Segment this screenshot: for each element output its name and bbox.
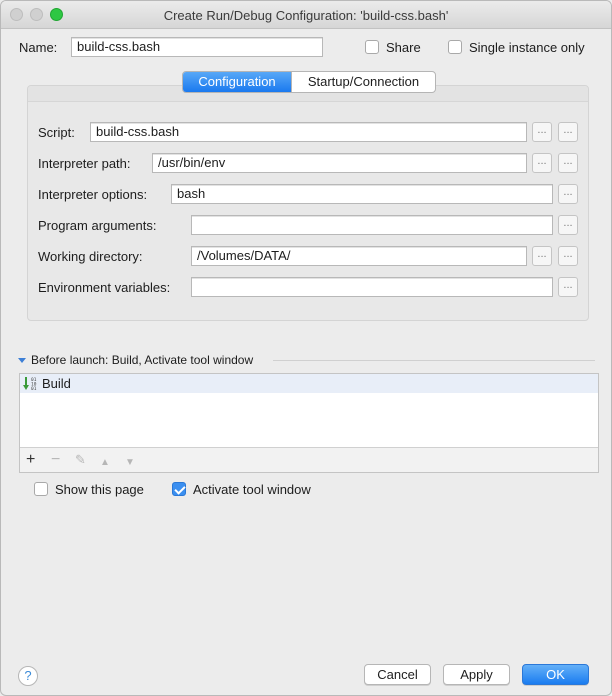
ok-button[interactable]: OK: [522, 664, 589, 685]
remove-icon[interactable]: −: [51, 451, 60, 469]
before-launch-list: 01 10 01 Build + − ✎ ▲ ▼: [19, 373, 599, 473]
tab-bar: Configuration Startup/Connection: [182, 71, 436, 93]
program-arguments-input[interactable]: [191, 215, 553, 235]
tab-startup-connection[interactable]: Startup/Connection: [291, 72, 435, 92]
single-instance-checkbox[interactable]: [448, 40, 462, 54]
tab-configuration[interactable]: Configuration: [183, 72, 291, 92]
interpreter-options-input[interactable]: bash: [171, 184, 553, 204]
cancel-button[interactable]: Cancel: [364, 664, 431, 685]
environment-variables-input[interactable]: [191, 277, 553, 297]
program-arguments-expand-button[interactable]: ...: [558, 215, 578, 235]
activate-tool-window-checkbox[interactable]: [172, 482, 186, 496]
move-up-icon[interactable]: ▲: [100, 454, 110, 472]
list-item[interactable]: 01 10 01 Build: [20, 374, 598, 393]
working-directory-input[interactable]: /Volumes/DATA/: [191, 246, 527, 266]
list-item-label: Build: [42, 376, 71, 391]
script-input[interactable]: build-css.bash: [90, 122, 527, 142]
interpreter-path-input[interactable]: /usr/bin/env: [152, 153, 527, 173]
show-this-page-label: Show this page: [55, 482, 144, 497]
script-browse-button[interactable]: ...: [532, 122, 552, 142]
svg-text:01: 01: [31, 386, 37, 391]
show-this-page-checkbox[interactable]: [34, 482, 48, 496]
activate-tool-window-label: Activate tool window: [193, 482, 311, 497]
working-directory-expand-button[interactable]: ...: [558, 246, 578, 266]
interpreter-path-expand-button[interactable]: ...: [558, 153, 578, 173]
share-checkbox[interactable]: [365, 40, 379, 54]
working-directory-browse-button[interactable]: ...: [532, 246, 552, 266]
dialog-window: Create Run/Debug Configuration: 'build-c…: [0, 0, 612, 696]
program-arguments-label: Program arguments:: [38, 218, 157, 233]
add-icon[interactable]: +: [26, 451, 35, 469]
interpreter-options-label: Interpreter options:: [38, 187, 148, 202]
section-divider: [273, 360, 595, 361]
help-button[interactable]: ?: [18, 666, 38, 686]
collapse-triangle-icon[interactable]: [18, 358, 26, 363]
before-launch-title[interactable]: Before launch: Build, Activate tool wind…: [31, 353, 253, 367]
build-binary-icon: 01 10 01: [23, 377, 37, 391]
name-label: Name:: [19, 40, 58, 55]
environment-variables-browse-button[interactable]: ...: [558, 277, 578, 297]
list-toolbar: + − ✎ ▲ ▼: [20, 447, 598, 472]
environment-variables-label: Environment variables:: [38, 280, 171, 295]
edit-pencil-icon[interactable]: ✎: [75, 451, 86, 469]
single-instance-label: Single instance only: [469, 40, 585, 55]
interpreter-path-label: Interpreter path:: [38, 156, 131, 171]
script-expand-button[interactable]: ...: [558, 122, 578, 142]
share-label: Share: [386, 40, 421, 55]
working-directory-label: Working directory:: [38, 249, 143, 264]
name-input[interactable]: build-css.bash: [71, 37, 323, 57]
interpreter-options-expand-button[interactable]: ...: [558, 184, 578, 204]
title-bar: Create Run/Debug Configuration: 'build-c…: [1, 1, 611, 29]
script-label: Script:: [38, 125, 75, 140]
window-title: Create Run/Debug Configuration: 'build-c…: [163, 8, 449, 23]
interpreter-path-browse-button[interactable]: ...: [532, 153, 552, 173]
move-down-icon[interactable]: ▼: [125, 454, 135, 472]
apply-button[interactable]: Apply: [443, 664, 510, 685]
